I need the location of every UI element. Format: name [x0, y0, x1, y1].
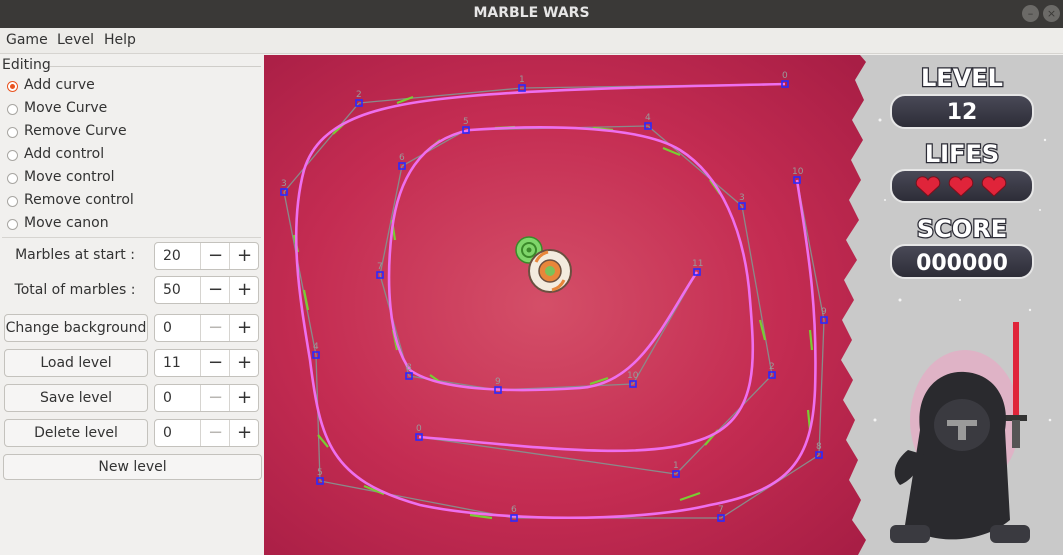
control-label: 6	[399, 153, 405, 163]
control-label: 5	[317, 468, 323, 478]
control-label: 6	[511, 505, 517, 515]
lifes-title: LIFES	[925, 140, 999, 168]
increment-button[interactable]: +	[229, 420, 259, 446]
menu-level[interactable]: Level	[57, 32, 94, 48]
control-label: 1	[519, 75, 525, 85]
radio-label: Add control	[24, 146, 105, 162]
control-label: 10	[792, 167, 804, 177]
editor-panel: Editing Add curve Move Curve Remove Curv…	[0, 54, 263, 555]
increment-button[interactable]: +	[229, 385, 259, 411]
control-label: 4	[313, 342, 319, 352]
control-label: 0	[416, 424, 422, 434]
control-label: 3	[739, 193, 745, 203]
radio-dot[interactable]	[7, 104, 18, 115]
group-divider	[50, 66, 261, 67]
radio-label: Move control	[24, 169, 115, 185]
radio-dot[interactable]	[7, 219, 18, 230]
control-label: 4	[645, 113, 651, 123]
spin-value[interactable]: 0	[163, 390, 172, 406]
radio-label: Remove Curve	[24, 123, 127, 139]
control-label: 7	[377, 262, 383, 272]
decrement-button[interactable]: −	[200, 243, 230, 269]
control-label: 0	[782, 71, 788, 81]
control-label: 2	[769, 362, 775, 372]
radio-dot[interactable]	[7, 127, 18, 138]
spin-value[interactable]: 20	[163, 248, 181, 264]
total-marbles-label: Total of marbles :	[14, 282, 136, 298]
control-label: 8	[406, 363, 412, 373]
decrement-button[interactable]: −	[200, 315, 230, 341]
marbles-at-start-spinbox[interactable]: 20 − +	[154, 242, 259, 270]
radio-label: Move canon	[24, 215, 109, 231]
separator	[2, 237, 261, 238]
radio-dot[interactable]	[7, 173, 18, 184]
load-level-spinbox[interactable]: 11 − +	[154, 349, 259, 377]
control-label: 3	[281, 179, 287, 189]
control-label: 1	[673, 461, 679, 471]
save-level-button[interactable]: Save level	[4, 384, 148, 412]
radio-label: Remove control	[24, 192, 134, 208]
window-title: MARBLE WARS	[473, 5, 590, 21]
control-label: 8	[816, 442, 822, 452]
menu-bar: Game Level Help	[0, 28, 1063, 54]
spin-value[interactable]: 11	[163, 355, 181, 371]
radio-dot[interactable]	[7, 150, 18, 161]
spin-value[interactable]: 0	[163, 320, 172, 336]
level-background	[264, 55, 884, 555]
close-button[interactable]: ×	[1043, 5, 1060, 22]
change-background-button[interactable]: Change background	[4, 314, 148, 342]
minimize-button[interactable]: –	[1022, 5, 1039, 22]
radio-dot[interactable]	[7, 81, 18, 92]
delete-level-button[interactable]: Delete level	[4, 419, 148, 447]
radio-label: Move Curve	[24, 100, 108, 116]
control-label: 7	[718, 505, 724, 515]
lives-hearts	[915, 176, 1007, 197]
control-label: 2	[356, 90, 362, 100]
score-title: SCORE	[917, 215, 1007, 243]
spin-value[interactable]: 0	[163, 425, 172, 441]
radio-label: Add curve	[24, 77, 95, 93]
load-level-button[interactable]: Load level	[4, 349, 148, 377]
total-marbles-spinbox[interactable]: 50 − +	[154, 276, 259, 304]
decrement-button[interactable]: −	[200, 277, 230, 303]
radio-dot[interactable]	[7, 196, 18, 207]
control-label: 5	[463, 117, 469, 127]
increment-button[interactable]: +	[229, 277, 259, 303]
control-label: 9	[821, 307, 827, 317]
background-spinbox[interactable]: 0 − +	[154, 314, 259, 342]
save-level-spinbox[interactable]: 0 − +	[154, 384, 259, 412]
control-label: 10	[627, 371, 639, 381]
menu-game[interactable]: Game	[6, 32, 48, 48]
increment-button[interactable]: +	[229, 315, 259, 341]
decrement-button[interactable]: −	[200, 420, 230, 446]
score-value: 000000	[916, 251, 1008, 276]
menu-help[interactable]: Help	[104, 32, 136, 48]
increment-button[interactable]: +	[229, 243, 259, 269]
decrement-button[interactable]: −	[200, 385, 230, 411]
control-label: 11	[692, 259, 703, 269]
spin-value[interactable]: 50	[163, 282, 181, 298]
level-value: 12	[947, 100, 978, 125]
level-title: LEVEL	[921, 64, 1003, 92]
control-label: 9	[495, 377, 501, 387]
editing-group-label: Editing	[2, 57, 51, 73]
decrement-button[interactable]: −	[200, 350, 230, 376]
title-bar: MARBLE WARS – ×	[0, 0, 1063, 28]
level-editor-canvas[interactable]: 0 1 2 3 4 5 6 7 8 9 10 0 1 2 3 4 5 6 7 8…	[264, 55, 1063, 555]
marbles-at-start-label: Marbles at start :	[15, 247, 135, 263]
delete-level-spinbox[interactable]: 0 − +	[154, 419, 259, 447]
increment-button[interactable]: +	[229, 350, 259, 376]
new-level-button[interactable]: New level	[3, 454, 262, 480]
